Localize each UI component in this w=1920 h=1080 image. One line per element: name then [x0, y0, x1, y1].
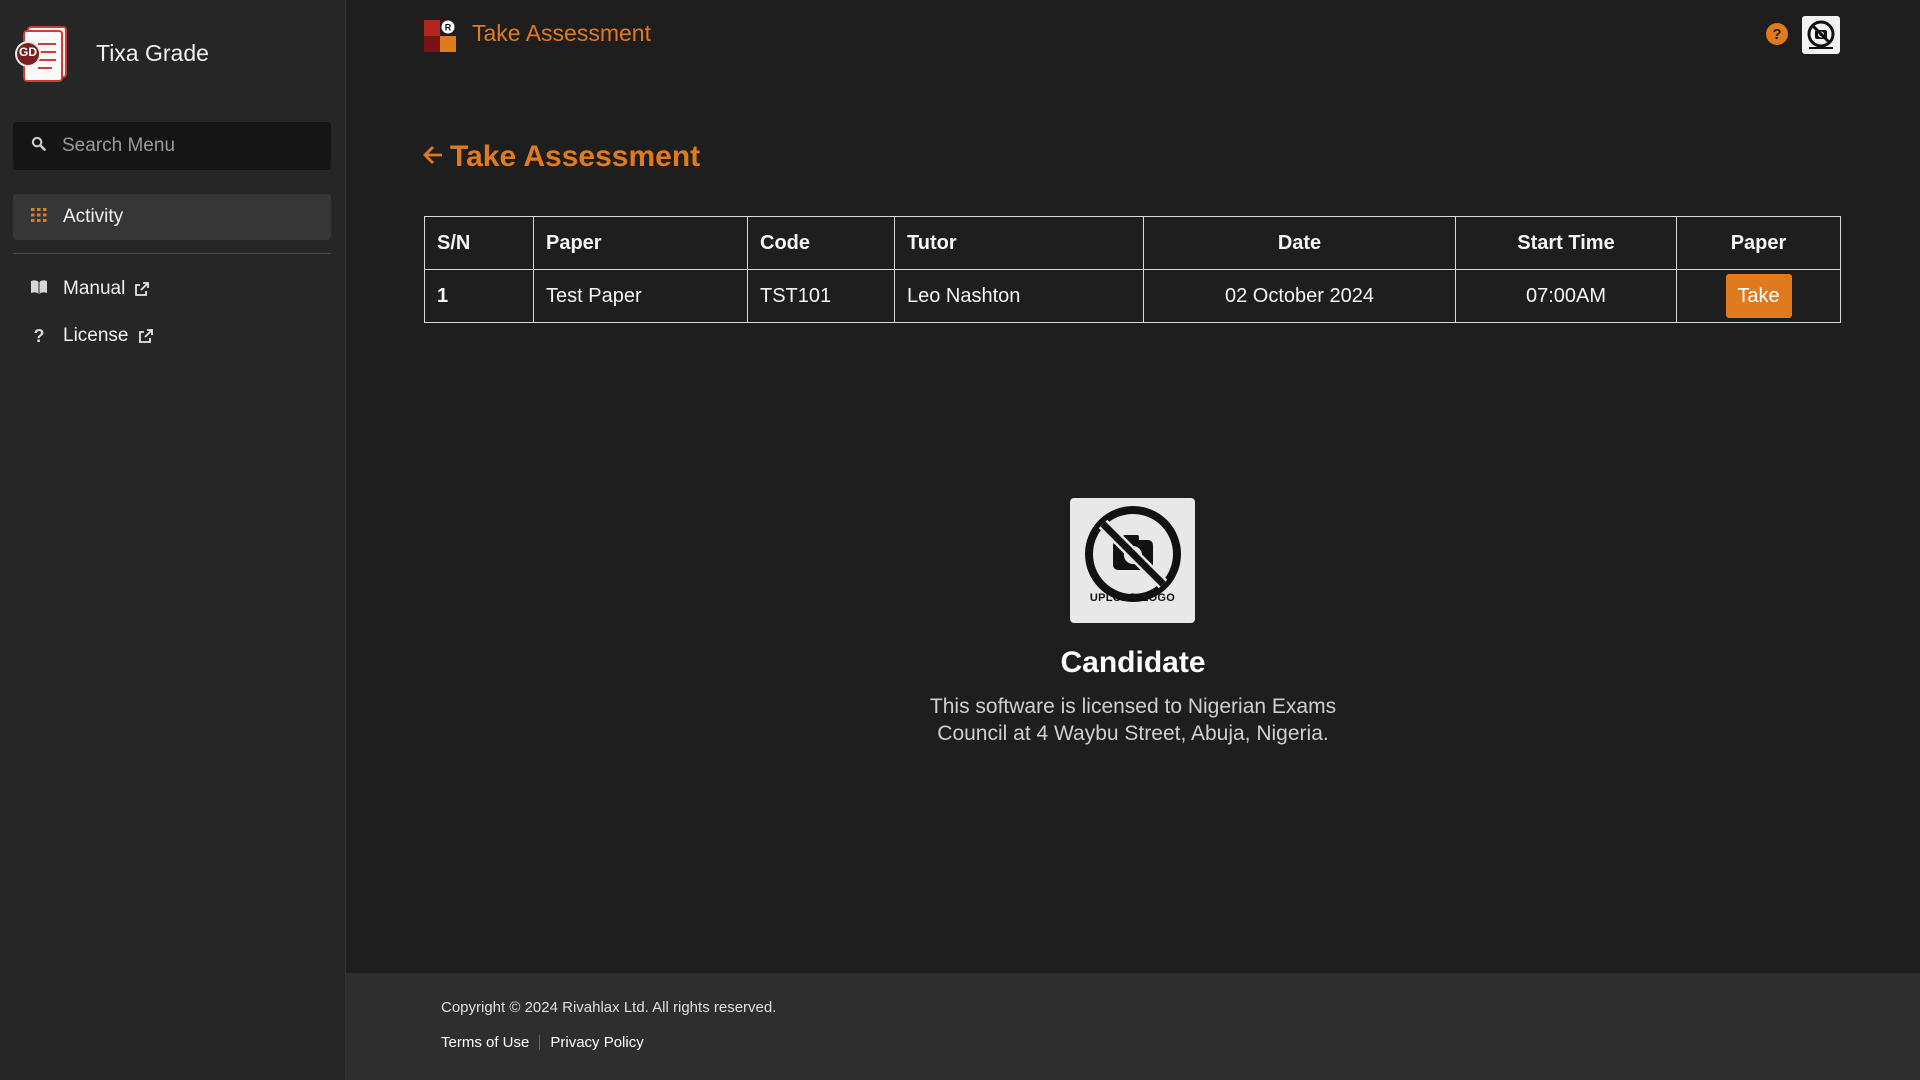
cell-sn: 1 [424, 269, 534, 323]
column-header-date: Date [1143, 216, 1456, 270]
page-heading: Take Assessment [422, 140, 700, 174]
book-icon [31, 278, 47, 300]
brand[interactable]: GD Tixa Grade [14, 22, 209, 84]
assessment-table: S/N Paper Code Tutor Date Start Time Pap… [424, 216, 1841, 323]
logo-badge-text: GD [19, 45, 37, 59]
table-header-row: S/N Paper Code Tutor Date Start Time Pap… [424, 216, 1841, 270]
profile-avatar[interactable] [1802, 16, 1840, 54]
license-line: This software is licensed to Nigerian Ex… [929, 695, 1337, 718]
sidebar-item-license[interactable]: ? License [13, 313, 331, 359]
footer: Copyright © 2024 Rivahlax Ltd. All right… [346, 973, 1920, 1080]
footer-separator [539, 1035, 541, 1050]
grid-icon [31, 206, 47, 228]
svg-text:R: R [445, 23, 452, 33]
app-name: Tixa Grade [96, 39, 209, 66]
question-icon: ? [33, 325, 45, 346]
search-input[interactable] [62, 135, 302, 157]
cell-code: TST101 [747, 269, 895, 323]
cell-date: 02 October 2024 [1143, 269, 1456, 323]
sidebar-item-label: Manual [63, 278, 126, 299]
privacy-policy-link[interactable]: Privacy Policy [550, 1034, 643, 1051]
sidebar-item-activity[interactable]: Activity [13, 194, 331, 240]
candidate-title: Candidate [1060, 646, 1206, 679]
app-logo: GD [14, 22, 74, 84]
copyright-text: Copyright © 2024 Rivahlax Ltd. All right… [441, 999, 777, 1016]
help-icon[interactable]: ? [1766, 23, 1788, 45]
assessment-app-icon: R [424, 20, 456, 57]
column-header-start-time: Start Time [1455, 216, 1677, 270]
sidebar-item-manual[interactable]: Manual [13, 266, 331, 312]
footer-links: Terms of Use Privacy Policy [441, 1034, 644, 1051]
cell-start-time: 07:00AM [1455, 269, 1677, 323]
column-header-paper: Paper [533, 216, 748, 270]
cell-paper: Test Paper [533, 269, 748, 323]
terms-of-use-link[interactable]: Terms of Use [441, 1034, 529, 1051]
search-menu[interactable] [13, 122, 331, 170]
back-arrow-icon[interactable] [422, 140, 444, 174]
license-text: This software is licensed to Nigerian Ex… [900, 693, 1366, 747]
sidebar-item-label: License [63, 325, 129, 346]
column-header-paper-action: Paper [1676, 216, 1841, 270]
topbar-title: Take Assessment [472, 20, 651, 46]
table-row: 1 Test Paper TST101 Leo Nashton 02 Octob… [424, 269, 1841, 323]
page-title: Take Assessment [450, 140, 701, 173]
sidebar-divider [13, 253, 331, 254]
upload-logo[interactable]: UPLOAD LOGO [1070, 498, 1195, 623]
sidebar: GD Tixa Grade Activity Manual [0, 0, 346, 1080]
upload-logo-caption: UPLOAD LOGO [1089, 592, 1176, 604]
column-header-tutor: Tutor [894, 216, 1144, 270]
search-icon [31, 136, 46, 156]
external-link-icon [138, 328, 154, 344]
take-button[interactable]: Take [1725, 274, 1792, 318]
license-line: Council at 4 Waybu Street, Abuja, Nigeri… [937, 722, 1329, 745]
cell-action: Take [1676, 269, 1841, 323]
column-header-code: Code [747, 216, 895, 270]
sidebar-item-label: Activity [63, 206, 124, 227]
no-camera-icon [1084, 506, 1181, 602]
cell-tutor: Leo Nashton [894, 269, 1144, 323]
column-header-sn: S/N [424, 216, 534, 270]
external-link-icon [134, 281, 150, 297]
